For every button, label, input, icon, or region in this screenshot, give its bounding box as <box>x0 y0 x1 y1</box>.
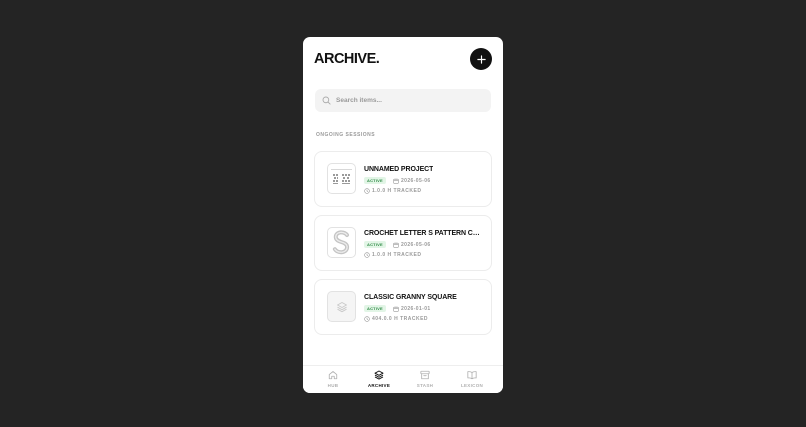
nav-label: STASH <box>416 383 434 388</box>
session-tracked: 1.0.0 H TRACKED <box>364 251 421 258</box>
session-title: CLASSIC GRANNY SQUARE <box>364 294 457 301</box>
letter-s-icon <box>332 230 350 255</box>
page-title: ARCHIVE. <box>314 51 380 67</box>
book-icon <box>467 371 477 380</box>
session-date-text: 2026-01-01 <box>401 305 431 312</box>
session-thumbnail <box>327 227 356 258</box>
clock-icon <box>364 251 370 258</box>
nav-item-hub[interactable]: HUB <box>313 370 353 392</box>
session-date: 2026-05-06 <box>393 177 431 184</box>
app-screen: ARCHIVE. ONGOING SESSIONS UNNAMED PROJEC… <box>303 37 503 393</box>
search-input[interactable] <box>336 89 486 112</box>
layers-icon <box>374 370 384 380</box>
search-icon <box>322 96 331 105</box>
search-bar[interactable] <box>315 89 491 112</box>
session-date: 2026-05-06 <box>393 241 431 248</box>
session-tracked-text: 1.0.0 H TRACKED <box>372 187 422 194</box>
session-card[interactable]: CLASSIC GRANNY SQUARE ACTIVE 2026-01-01 … <box>314 279 492 335</box>
status-badge: ACTIVE <box>364 241 386 248</box>
session-thumbnail <box>327 163 356 194</box>
nav-item-lexicon[interactable]: LEXICON <box>452 370 492 392</box>
nav-label: ARCHIVE <box>367 383 391 388</box>
home-icon <box>328 371 338 380</box>
session-tracked: 1.0.0 H TRACKED <box>364 187 421 194</box>
session-date-text: 2026-05-06 <box>401 241 431 248</box>
layers-icon <box>336 301 347 312</box>
session-title: CROCHET LETTER S PATTERN CHART <box>364 230 484 237</box>
bottom-nav: HUB ARCHIVE STASH LEXICON <box>303 365 503 393</box>
calendar-icon <box>393 242 399 248</box>
add-button[interactable] <box>470 48 492 70</box>
status-badge: ACTIVE <box>364 177 386 184</box>
nav-item-archive[interactable]: ARCHIVE <box>359 370 399 392</box>
session-date-text: 2026-05-06 <box>401 177 431 184</box>
archive-box-icon <box>420 370 430 380</box>
session-tracked: 404.0.0 H TRACKED <box>364 315 428 322</box>
plus-icon <box>476 54 486 64</box>
session-date: 2026-01-01 <box>393 305 431 312</box>
status-badge: ACTIVE <box>364 305 386 312</box>
clock-icon <box>364 315 370 322</box>
calendar-icon <box>393 306 399 312</box>
nav-item-stash[interactable]: STASH <box>405 370 445 392</box>
nav-label: HUB <box>327 383 339 388</box>
session-tracked-text: 1.0.0 H TRACKED <box>372 251 422 258</box>
session-card[interactable]: UNNAMED PROJECT ACTIVE 2026-05-06 1.0.0 … <box>314 151 492 207</box>
pattern-chart-icon <box>331 169 352 184</box>
section-label: ONGOING SESSIONS <box>316 132 376 138</box>
session-title: UNNAMED PROJECT <box>364 166 434 173</box>
session-tracked-text: 404.0.0 H TRACKED <box>372 315 429 322</box>
clock-icon <box>364 187 370 194</box>
session-card[interactable]: CROCHET LETTER S PATTERN CHART ACTIVE 20… <box>314 215 492 271</box>
session-thumbnail <box>327 291 356 322</box>
calendar-icon <box>393 178 399 184</box>
nav-label: LEXICON <box>460 383 484 388</box>
